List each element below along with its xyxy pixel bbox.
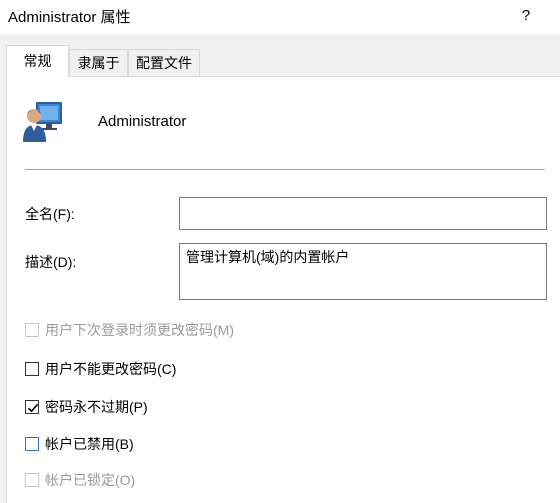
- cannot-change-password-checkbox[interactable]: 用户不能更改密码(C): [25, 359, 176, 379]
- fullname-input[interactable]: [179, 197, 547, 230]
- password-never-expires-checkbox[interactable]: 密码永不过期(P): [25, 397, 148, 417]
- description-label: 描述(D):: [25, 254, 77, 270]
- separator: [25, 169, 545, 170]
- checkbox-label: 用户不能更改密码(C): [45, 361, 177, 377]
- checkbox-label: 帐户已锁定(O): [45, 472, 136, 488]
- tab-profile[interactable]: 配置文件: [128, 49, 200, 76]
- checkmark-icon: [27, 403, 39, 413]
- checkbox-box[interactable]: [25, 437, 39, 451]
- checkbox-box[interactable]: [25, 323, 39, 337]
- must-change-password-checkbox[interactable]: 用户下次登录时须更改密码(M): [25, 320, 234, 340]
- checkbox-box[interactable]: [25, 400, 39, 414]
- title-bar: Administrator 属性 ?: [0, 0, 560, 34]
- fullname-label: 全名(F):: [25, 206, 75, 222]
- checkbox-box[interactable]: [25, 362, 39, 376]
- user-computer-icon: [22, 100, 66, 142]
- checkbox-box[interactable]: [25, 473, 39, 487]
- checkbox-label: 帐户已禁用(B): [45, 436, 134, 452]
- account-disabled-checkbox[interactable]: 帐户已禁用(B): [25, 434, 134, 454]
- description-input[interactable]: 管理计算机(域)的内置帐户: [179, 243, 547, 300]
- checkbox-label: 用户下次登录时须更改密码(M): [45, 322, 234, 338]
- window-title: Administrator 属性: [8, 9, 131, 26]
- help-button[interactable]: ?: [512, 4, 540, 28]
- tab-general[interactable]: 常规: [6, 45, 69, 77]
- tab-member-of[interactable]: 隶属于: [69, 49, 128, 76]
- account-locked-checkbox[interactable]: 帐户已锁定(O): [25, 470, 135, 490]
- user-display-name: Administrator: [98, 113, 187, 130]
- checkbox-label: 密码永不过期(P): [45, 399, 148, 415]
